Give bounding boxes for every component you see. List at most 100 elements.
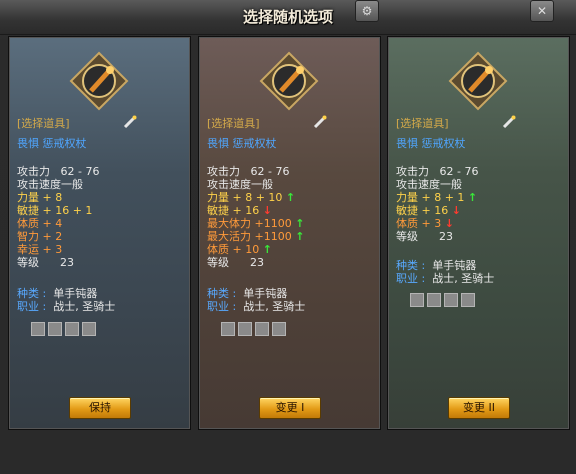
- random-option-dialog: ⚙ ✕ 选择随机选项 [选择道具] 畏惧 惩戒权杖 攻击力 62 - 76 攻击…: [0, 0, 576, 474]
- stat-row: 敏捷 + 16 ↓: [396, 204, 566, 217]
- stat-row: 攻击速度一般: [396, 178, 566, 191]
- stat-attack: 攻击力: [17, 165, 50, 178]
- option-panel-change-1: [选择道具] 畏惧 惩戒权杖 攻击力 62 - 76 攻击速度一般 力量 + 8…: [198, 36, 381, 430]
- stat-max-hp: 最大体力 +1100: [207, 217, 292, 230]
- item-meta: 种类 : 单手钝器 职业 : 战士, 圣骑士: [207, 287, 377, 313]
- stat-luck: 幸运 + 3: [17, 243, 63, 256]
- stat-row: 力量 + 8: [17, 191, 187, 204]
- stat-level-value: 23: [59, 256, 74, 269]
- stat-row: 攻击速度一般: [17, 178, 187, 191]
- scepter-emblem-icon: [69, 51, 129, 111]
- change-2-button[interactable]: 变更 II: [448, 397, 510, 419]
- stat-row: 敏捷 + 16 + 1: [17, 204, 187, 217]
- kind-label: 种类 :: [396, 259, 426, 272]
- stat-row: 攻击力 62 - 76: [17, 165, 187, 178]
- scepter-icon: [502, 115, 516, 129]
- stat-row: 等级 23: [17, 256, 187, 269]
- job-value: 战士, 圣骑士: [53, 300, 116, 313]
- kind-value: 单手钝器: [243, 287, 288, 300]
- kind-value: 单手钝器: [53, 287, 98, 300]
- socket-slot: [48, 322, 62, 336]
- change-1-button[interactable]: 变更 I: [259, 397, 321, 419]
- socket-slots: [221, 322, 286, 336]
- socket-slot: [255, 322, 269, 336]
- stat-level-value: 23: [438, 230, 453, 243]
- stat-attack-value: 62 - 76: [439, 165, 479, 178]
- dialog-title: 选择随机选项: [242, 8, 333, 26]
- down-arrow-icon: ↓: [444, 217, 454, 230]
- scepter-emblem-icon: [259, 51, 319, 111]
- item-meta: 种类 : 单手钝器 职业 : 战士, 圣骑士: [396, 259, 566, 285]
- scepter-icon: [313, 115, 327, 129]
- stat-intelligence: 智力 + 2: [17, 230, 63, 243]
- item-label: [选择道具]: [207, 117, 260, 130]
- keep-button[interactable]: 保持: [69, 397, 131, 419]
- stat-row: 攻击速度一般: [207, 178, 377, 191]
- stat-row: 等级 23: [396, 230, 566, 243]
- stat-strength: 力量 + 8 + 10: [207, 191, 283, 204]
- job-label: 职业 :: [396, 272, 426, 285]
- down-arrow-icon: ↓: [451, 204, 461, 217]
- item-name: 畏惧 惩戒权杖: [396, 137, 466, 150]
- stat-row: 攻击力 62 - 76: [207, 165, 377, 178]
- socket-slots: [31, 322, 96, 336]
- stat-row: 体质 + 3 ↓: [396, 217, 566, 230]
- item-name: 畏惧 惩戒权杖: [207, 137, 277, 150]
- socket-slot: [238, 322, 252, 336]
- socket-slot: [82, 322, 96, 336]
- stat-level: 等级: [396, 230, 418, 243]
- up-arrow-icon: ↑: [467, 191, 478, 204]
- stat-agility: 敏捷 + 16: [396, 204, 449, 217]
- socket-slot: [444, 293, 458, 307]
- socket-slot: [65, 322, 79, 336]
- socket-slot: [221, 322, 235, 336]
- option-panel-keep: [选择道具] 畏惧 惩戒权杖 攻击力 62 - 76 攻击速度一般 力量 + 8…: [8, 36, 191, 430]
- stat-agility: 敏捷 + 16: [207, 204, 260, 217]
- stat-row: 最大活力 +1100 ↑: [207, 230, 377, 243]
- stat-attack-value: 62 - 76: [60, 165, 100, 178]
- stat-row: 智力 + 2: [17, 230, 187, 243]
- stat-row: 敏捷 + 16 ↓: [207, 204, 377, 217]
- stat-row: 力量 + 8 + 1 ↑: [396, 191, 566, 204]
- stat-vitality: 体质 + 4: [17, 217, 63, 230]
- stat-level: 等级: [207, 256, 229, 269]
- stat-vitality: 体质 + 10: [207, 243, 260, 256]
- stat-row: 体质 + 4: [17, 217, 187, 230]
- stat-max-mp: 最大活力 +1100: [207, 230, 292, 243]
- kind-value: 单手钝器: [432, 259, 477, 272]
- option-panel-change-2: [选择道具] 畏惧 惩戒权杖 攻击力 62 - 76 攻击速度一般 力量 + 8…: [387, 36, 570, 430]
- stats-list: 攻击力 62 - 76 攻击速度一般 力量 + 8 + 10 ↑ 敏捷 + 16…: [207, 165, 377, 269]
- up-arrow-icon: ↑: [285, 191, 296, 204]
- job-label: 职业 :: [207, 300, 237, 313]
- down-arrow-icon: ↓: [262, 204, 272, 217]
- socket-slots: [410, 293, 475, 307]
- stat-level-value: 23: [249, 256, 264, 269]
- stat-vitality: 体质 + 3: [396, 217, 442, 230]
- socket-slot: [31, 322, 45, 336]
- stat-attack-speed: 攻击速度一般: [207, 178, 273, 191]
- job-value: 战士, 圣骑士: [243, 300, 306, 313]
- item-label: [选择道具]: [17, 117, 70, 130]
- kind-label: 种类 :: [207, 287, 237, 300]
- up-arrow-icon: ↑: [262, 243, 272, 256]
- stat-row: 力量 + 8 + 10 ↑: [207, 191, 377, 204]
- stat-attack: 攻击力: [207, 165, 240, 178]
- up-arrow-icon: ↑: [295, 230, 305, 243]
- stat-row: 等级 23: [207, 256, 377, 269]
- socket-slot: [461, 293, 475, 307]
- stat-strength: 力量 + 8 + 1: [396, 191, 465, 204]
- scepter-emblem-icon: [448, 51, 508, 111]
- stat-agility: 敏捷 + 16 + 1: [17, 204, 93, 217]
- item-meta: 种类 : 单手钝器 职业 : 战士, 圣骑士: [17, 287, 187, 313]
- scepter-icon: [123, 115, 137, 129]
- job-label: 职业 :: [17, 300, 47, 313]
- stat-attack: 攻击力: [396, 165, 429, 178]
- socket-slot: [410, 293, 424, 307]
- title-bar: ⚙ ✕ 选择随机选项: [0, 0, 576, 35]
- stat-attack-speed: 攻击速度一般: [17, 178, 83, 191]
- socket-slot: [427, 293, 441, 307]
- stats-list: 攻击力 62 - 76 攻击速度一般 力量 + 8 敏捷 + 16 + 1 体质…: [17, 165, 187, 269]
- stat-strength: 力量 + 8: [17, 191, 63, 204]
- stat-row: 体质 + 10 ↑: [207, 243, 377, 256]
- item-label: [选择道具]: [396, 117, 449, 130]
